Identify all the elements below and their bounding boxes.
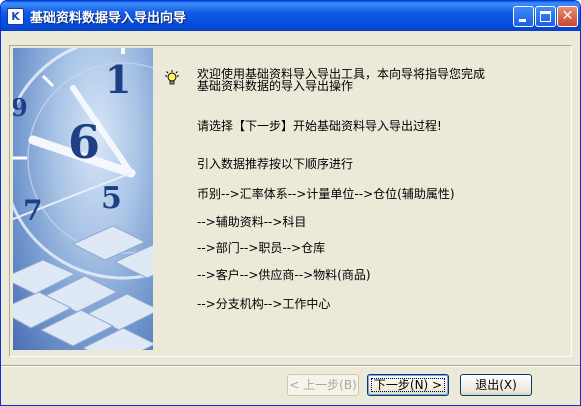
instruction-text: 请选择【下一步】开始基础资料导入导出过程! xyxy=(197,119,442,133)
order-step-4: -->客户-->供应商-->物料(商品) xyxy=(197,268,371,282)
app-icon: K xyxy=(7,8,24,25)
maximize-button[interactable] xyxy=(535,6,556,27)
exit-button[interactable]: 退出(X) xyxy=(460,374,532,396)
svg-text:7: 7 xyxy=(23,194,42,227)
order-step-2: -->辅助资料-->科目 xyxy=(197,215,307,229)
order-title: 引入数据推荐按以下顺序进行 xyxy=(197,157,354,171)
order-step-5: -->分支机构-->工作中心 xyxy=(197,297,331,311)
button-separator xyxy=(1,365,580,367)
intro-line-2: 基础资料数据的导入导出操作 xyxy=(197,79,354,93)
svg-text:6: 6 xyxy=(68,115,100,169)
title-bar[interactable]: K 基础资料数据导入导出向导 ✕ xyxy=(1,1,580,31)
focus-ring xyxy=(371,378,445,392)
order-step-1: 币别-->汇率体系-->计量单位-->仓位(辅助属性) xyxy=(197,187,455,201)
back-button[interactable]: < 上一步(B) xyxy=(287,374,359,396)
wizard-window: K 基础资料数据导入导出向导 ✕ 1 6 5 7 欢迎使用基础资料导入导出工具，… xyxy=(0,0,581,406)
order-step-3: -->部门-->职员-->仓库 xyxy=(197,241,326,255)
svg-text:9: 9 xyxy=(13,93,28,122)
maximize-icon xyxy=(540,11,551,22)
svg-text:5: 5 xyxy=(101,181,122,216)
next-button[interactable]: 下一步(N) > xyxy=(367,374,449,396)
minimize-button[interactable] xyxy=(513,6,534,27)
minimize-icon xyxy=(519,19,526,22)
svg-text:1: 1 xyxy=(105,57,131,102)
close-icon: ✕ xyxy=(561,8,574,24)
clock-keyboard-image: 1 6 5 7 9 xyxy=(13,48,153,350)
window-title: 基础资料数据导入导出向导 xyxy=(30,11,187,26)
close-button[interactable]: ✕ xyxy=(557,6,578,27)
lightbulb-icon xyxy=(164,70,180,86)
